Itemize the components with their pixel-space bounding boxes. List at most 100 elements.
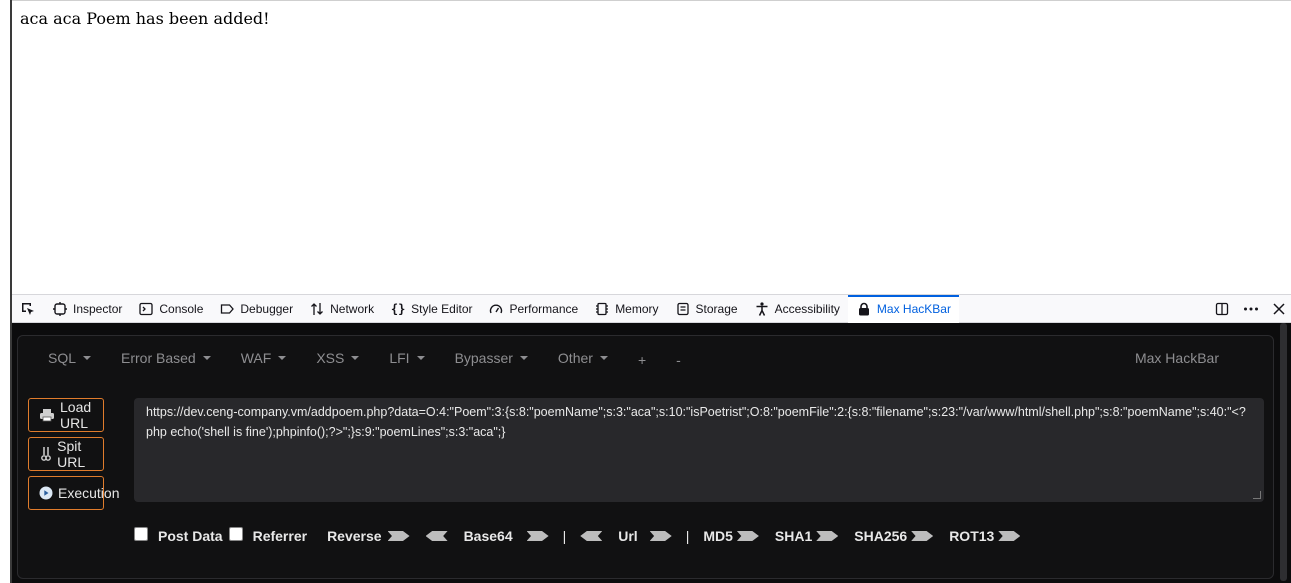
menu-label: SQL bbox=[48, 350, 77, 366]
arrow-left-icon bbox=[425, 531, 448, 541]
url-encode-button[interactable]: Url bbox=[580, 528, 672, 544]
tab-network[interactable]: Network bbox=[301, 295, 382, 323]
menu-add[interactable]: + bbox=[638, 352, 646, 368]
close-icon[interactable] bbox=[1273, 302, 1285, 315]
menu-label: - bbox=[676, 352, 681, 368]
play-icon bbox=[39, 485, 53, 501]
menu-remove[interactable]: - bbox=[676, 352, 681, 368]
tab-console[interactable]: Console bbox=[130, 295, 211, 323]
page-content: aca aca Poem has been added! bbox=[12, 0, 1291, 294]
menu-bypasser[interactable]: Bypasser bbox=[455, 350, 528, 366]
arrow-right-icon bbox=[736, 531, 759, 541]
devtools-toolbar: Inspector Console Debugger Network {} St… bbox=[12, 294, 1291, 323]
tab-label: Style Editor bbox=[411, 301, 473, 316]
tab-label: Performance bbox=[509, 301, 579, 316]
load-url-button[interactable]: Load URL bbox=[28, 398, 104, 432]
menu-label: Bypasser bbox=[454, 350, 513, 366]
post-data-checkbox[interactable] bbox=[134, 527, 148, 541]
md5-label: MD5 bbox=[703, 528, 733, 544]
menu-waf[interactable]: WAF bbox=[241, 350, 287, 366]
arrow-right-icon bbox=[998, 531, 1021, 541]
network-icon bbox=[309, 301, 325, 317]
referrer-checkbox[interactable] bbox=[228, 527, 243, 541]
resize-grip-icon[interactable] bbox=[1253, 491, 1261, 499]
arrow-right-icon bbox=[649, 531, 672, 541]
menu-error-based[interactable]: Error Based bbox=[121, 350, 211, 366]
caret-down-icon bbox=[519, 356, 528, 360]
rot13-button[interactable]: ROT13 bbox=[949, 528, 1021, 544]
arrow-right-icon bbox=[911, 531, 934, 541]
base64-button[interactable]: Base64 bbox=[425, 528, 549, 544]
reverse-button[interactable]: Reverse bbox=[327, 528, 410, 544]
caret-down-icon bbox=[351, 356, 360, 360]
inspector-icon bbox=[52, 301, 68, 317]
url-text: https://dev.ceng-company.vm/addpoem.php?… bbox=[146, 405, 1246, 439]
storage-icon bbox=[675, 301, 691, 317]
referrer-option[interactable]: Referrer bbox=[228, 527, 307, 544]
sha1-label: SHA1 bbox=[774, 528, 813, 544]
arrow-right-icon bbox=[816, 531, 839, 541]
url-label: Url bbox=[618, 528, 638, 544]
caret-down-icon bbox=[416, 356, 425, 360]
base64-label: Base64 bbox=[463, 528, 513, 544]
tab-memory[interactable]: Memory bbox=[586, 295, 666, 323]
hackbar-menu: SQL Error Based WAF XSS LFI Bypasser Oth… bbox=[18, 336, 1273, 380]
split-url-label: Spit URL bbox=[57, 438, 86, 470]
sha1-button[interactable]: SHA1 bbox=[774, 528, 839, 544]
menu-label: Other bbox=[557, 350, 593, 366]
menu-other[interactable]: Other bbox=[558, 350, 608, 366]
tab-max-hackbar[interactable]: Max HacKBar bbox=[847, 294, 959, 323]
caret-down-icon bbox=[83, 356, 92, 360]
post-data-label: Post Data bbox=[158, 528, 223, 544]
tab-style-editor[interactable]: {} Style Editor bbox=[382, 295, 480, 323]
tab-label: Memory bbox=[615, 301, 659, 316]
element-picker-icon[interactable] bbox=[12, 295, 44, 323]
menu-label: LFI bbox=[389, 350, 410, 366]
window-left-border bbox=[0, 0, 12, 583]
hackbar-panel: SQL Error Based WAF XSS LFI Bypasser Oth… bbox=[12, 323, 1291, 583]
braces-icon: {} bbox=[390, 301, 406, 316]
execution-button[interactable]: Execution bbox=[28, 476, 119, 510]
tab-label: Storage bbox=[695, 301, 738, 316]
tab-storage[interactable]: Storage bbox=[667, 295, 746, 323]
scrollbar[interactable] bbox=[1280, 323, 1287, 581]
tab-label: Accessibility bbox=[774, 301, 840, 316]
performance-icon bbox=[488, 301, 504, 317]
post-data-option[interactable]: Post Data bbox=[134, 527, 223, 544]
menu-xss[interactable]: XSS bbox=[316, 350, 360, 366]
memory-icon bbox=[594, 301, 610, 317]
sha256-button[interactable]: SHA256 bbox=[854, 528, 934, 544]
tab-performance[interactable]: Performance bbox=[480, 295, 586, 323]
menu-label: + bbox=[637, 352, 647, 368]
split-url-button[interactable]: Spit URL bbox=[28, 437, 104, 471]
tab-label: Debugger bbox=[240, 301, 294, 316]
menu-label: WAF bbox=[240, 350, 272, 366]
dock-side-icon[interactable] bbox=[1215, 302, 1229, 316]
tab-debugger[interactable]: Debugger bbox=[211, 295, 301, 323]
hackbar-container: SQL Error Based WAF XSS LFI Bypasser Oth… bbox=[17, 335, 1274, 579]
devtools-window-controls bbox=[1215, 302, 1291, 316]
printer-icon bbox=[39, 407, 55, 423]
arrow-right-icon bbox=[387, 531, 410, 541]
rot13-label: ROT13 bbox=[949, 528, 995, 544]
menu-label: Error Based bbox=[121, 350, 196, 366]
caret-down-icon bbox=[599, 356, 608, 360]
separator: | bbox=[685, 528, 690, 544]
hackbar-brand: Max HackBar bbox=[1134, 350, 1219, 366]
menu-sql[interactable]: SQL bbox=[48, 350, 92, 366]
accessibility-icon bbox=[754, 301, 770, 317]
separator: | bbox=[562, 528, 567, 544]
tab-inspector[interactable]: Inspector bbox=[44, 295, 130, 323]
hackbar-options: Post Data Referrer Reverse Base64 | Url bbox=[134, 524, 1021, 548]
arrow-right-icon bbox=[526, 531, 549, 541]
arrow-left-icon bbox=[580, 531, 603, 541]
url-textarea[interactable]: https://dev.ceng-company.vm/addpoem.php?… bbox=[134, 398, 1264, 502]
md5-button[interactable]: MD5 bbox=[703, 528, 759, 544]
menu-label: XSS bbox=[316, 350, 345, 366]
caret-down-icon bbox=[202, 356, 211, 360]
tab-label: Network bbox=[330, 301, 375, 316]
tab-accessibility[interactable]: Accessibility bbox=[746, 295, 848, 323]
more-options-icon[interactable] bbox=[1243, 302, 1259, 316]
sha256-label: SHA256 bbox=[854, 528, 908, 544]
menu-lfi[interactable]: LFI bbox=[389, 350, 425, 366]
